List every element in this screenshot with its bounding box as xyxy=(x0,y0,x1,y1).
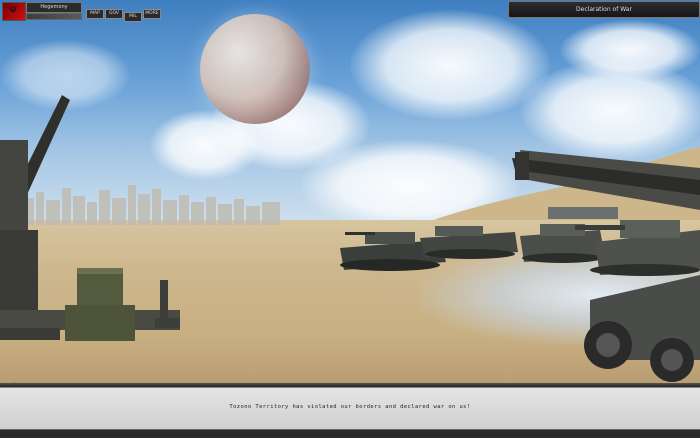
event-title-plate: Declaration of War xyxy=(508,1,700,18)
flag-emblem-icon: Ψ xyxy=(9,5,17,16)
war-scene xyxy=(0,0,700,385)
tank xyxy=(420,226,518,259)
gov-button[interactable]: GOV xyxy=(105,9,123,19)
nation-flag[interactable]: Ψ xyxy=(2,2,26,21)
ammo-crates xyxy=(65,268,180,341)
message-bar: Tozono Territory has violated our border… xyxy=(0,387,700,430)
military-units xyxy=(0,95,700,382)
distant-ship xyxy=(548,207,618,219)
nation-name-plate[interactable]: Hegemony xyxy=(26,2,82,13)
more-button[interactable]: MORE xyxy=(143,9,161,19)
event-title: Declaration of War xyxy=(576,6,632,13)
nation-name: Hegemony xyxy=(40,4,68,10)
armored-vehicle xyxy=(584,275,700,382)
mil-button[interactable]: MIL xyxy=(124,12,142,22)
event-message: Tozono Territory has violated our border… xyxy=(229,404,471,410)
missile-launcher xyxy=(512,150,700,210)
map-button[interactable]: MAP xyxy=(86,9,104,19)
